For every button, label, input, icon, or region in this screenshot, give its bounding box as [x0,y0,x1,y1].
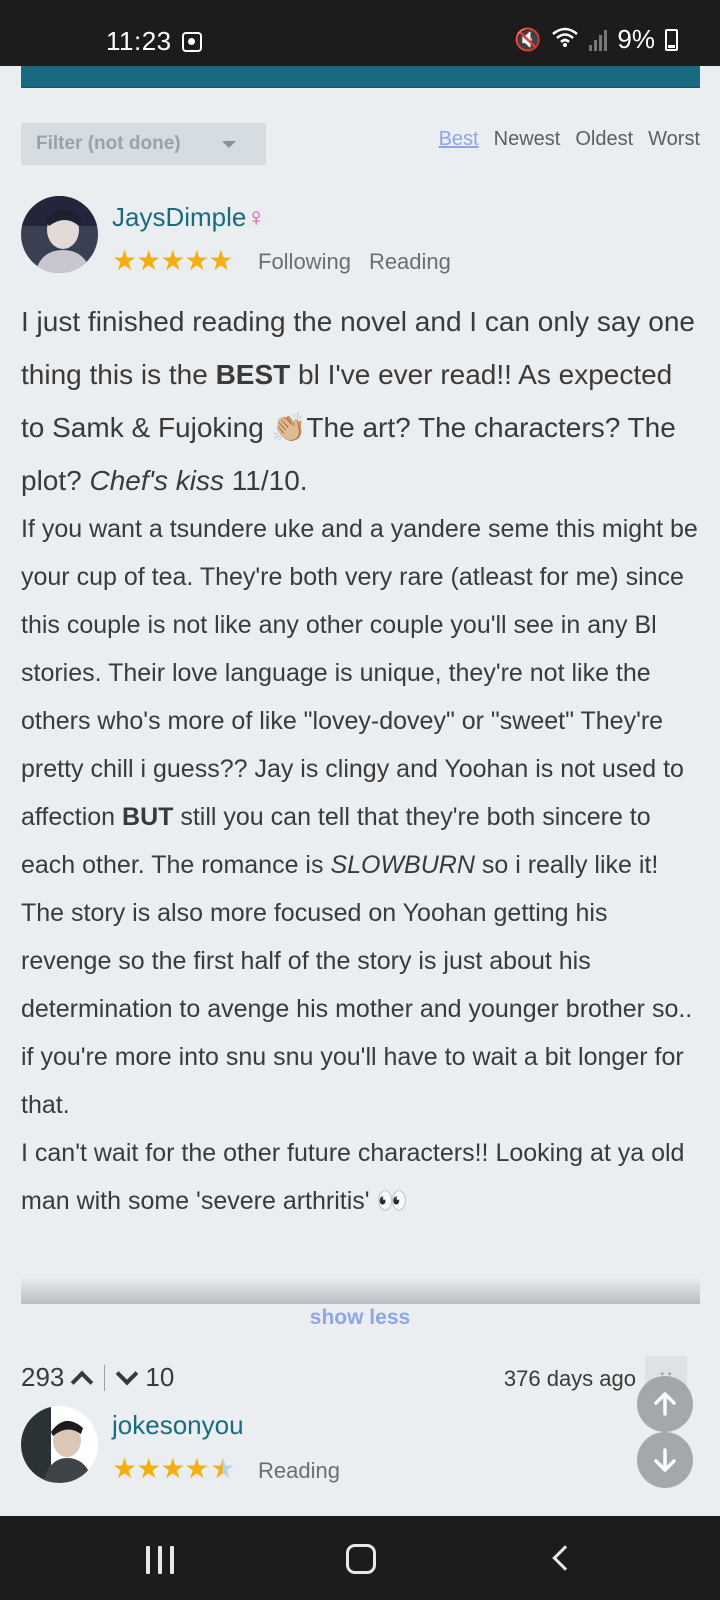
battery-percent: 9% [617,24,655,54]
comment-header: JaysDimple♀ ★★★★★ Following Reading [21,196,701,286]
username-text: JaysDimple [112,202,247,232]
comment-body-intro: I just finished reading the novel and I … [21,295,701,507]
comment-text-italic: SLOWBURN [330,851,475,879]
text-fade [21,1278,700,1304]
upvote-count: 293 [21,1362,65,1392]
show-less-link[interactable]: show less [0,1306,720,1330]
comment-text: I can't wait for the other future charac… [21,1139,685,1215]
tag-reading: Reading [368,249,451,274]
username[interactable]: jokesonyou [112,1410,244,1441]
half-star-icon: ★ [210,1453,235,1484]
comment-body-main: If you want a tsundere uke and a yandere… [21,505,701,1225]
comment-tags: Following Reading [258,249,451,275]
comment-text-bold: BEST [215,359,291,390]
username-text: jokesonyou [112,1410,244,1440]
filter-label: Filter (not done) [36,133,181,154]
sort-tabs: Best Newest Oldest Worst [439,128,700,151]
comment-tags: Reading [258,1458,340,1484]
username[interactable]: JaysDimple♀ [112,202,266,233]
comment-text-bold: BUT [122,803,174,831]
comment-text-italic: Chef's kiss [89,465,225,496]
vote-controls: 293 10 [21,1362,174,1393]
sort-tab-best[interactable]: Best [439,128,479,151]
back-icon[interactable] [552,1545,578,1571]
avatar[interactable] [21,1406,98,1483]
comment-text: If you want a tsundere uke and a yandere… [21,515,698,831]
tag-following: Following [258,249,351,274]
home-icon[interactable] [346,1544,376,1574]
comment-header: jokesonyou ★★★★ ★ Reading [21,1406,701,1496]
mute-icon: 🔇 [514,26,542,52]
rating-stars: ★★★★★ [112,1452,236,1485]
vote-divider [104,1364,106,1391]
downvote-count: 10 [145,1362,175,1392]
signal-icon [589,29,608,51]
chevron-down-icon [222,141,236,148]
upvote-icon[interactable] [71,1370,94,1393]
rating-stars: ★★★★★ [112,244,234,277]
sort-tab-newest[interactable]: Newest [494,128,561,151]
comment-text: so i really like it! The story is also m… [21,851,693,1119]
page-content: Filter (not done) Best Newest Oldest Wor… [0,66,720,1516]
top-banner[interactable] [21,66,700,88]
star-icon: ★★★★★ [112,245,234,276]
comment-date: 376 days ago [503,1366,636,1391]
filter-dropdown[interactable]: Filter (not done) [21,123,266,165]
downvote-icon[interactable] [116,1362,139,1385]
comment-text: 11/10. [224,465,308,496]
arrow-up-icon [654,1392,676,1416]
system-nav-bar [0,1516,720,1600]
battery-icon [665,28,678,51]
arrow-down-icon [654,1448,676,1472]
avatar[interactable] [21,196,98,273]
tag-reading: Reading [258,1458,340,1483]
scroll-down-button[interactable] [637,1432,693,1488]
female-icon: ♀ [246,202,266,232]
star-icon: ★★★★ [112,1453,209,1484]
status-bar: 11:23 🔇 9% [0,0,720,66]
sort-tab-oldest[interactable]: Oldest [575,128,633,151]
status-icons: 🔇 9% [514,24,678,55]
sort-tab-worst[interactable]: Worst [648,128,700,151]
notification-icon [182,32,202,52]
wifi-icon [551,26,579,54]
scroll-up-button[interactable] [637,1376,693,1432]
status-time: 11:23 [106,26,172,56]
recents-icon[interactable] [146,1546,174,1574]
